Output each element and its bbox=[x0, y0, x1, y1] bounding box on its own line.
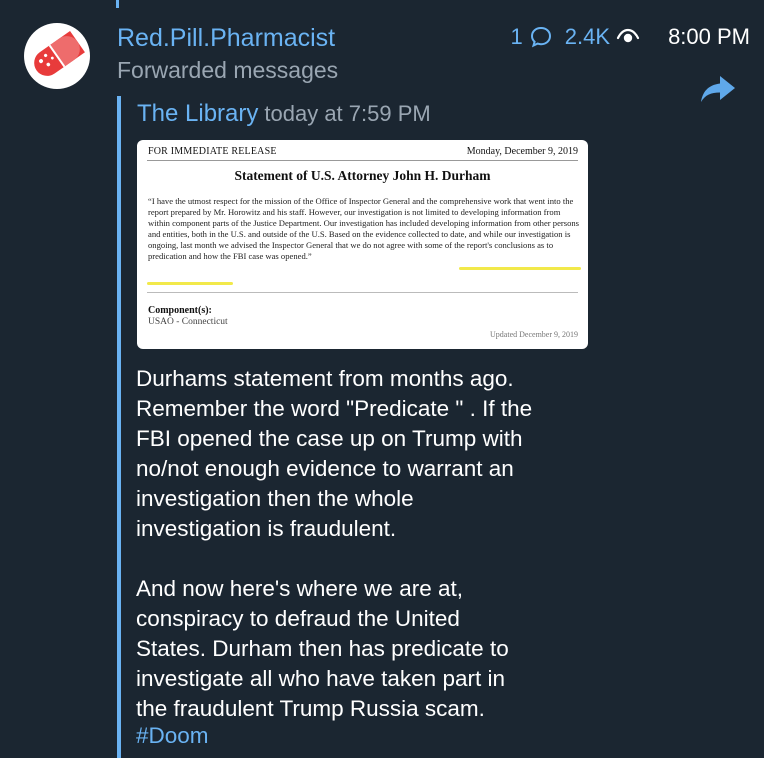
document-image[interactable]: FOR IMMEDIATE RELEASE Monday, December 9… bbox=[137, 140, 588, 349]
highlight-underline bbox=[459, 267, 581, 270]
forward-source-name[interactable]: The Library bbox=[137, 100, 258, 127]
sender-name[interactable]: Red.Pill.Pharmacist bbox=[117, 24, 335, 53]
message-text: Durhams statement from months ago. Remem… bbox=[136, 366, 533, 721]
doc-body: “I have the utmost respect for the missi… bbox=[148, 196, 580, 262]
avatar[interactable] bbox=[24, 23, 90, 89]
view-count: 2.4K bbox=[564, 24, 611, 49]
doc-divider bbox=[147, 160, 578, 161]
reply-bubble-icon[interactable] bbox=[529, 25, 553, 49]
forwarded-label: Forwarded messages bbox=[117, 57, 339, 83]
eye-icon bbox=[616, 28, 640, 43]
share-arrow-icon[interactable] bbox=[700, 74, 736, 104]
forward-source-time: today at 7:59 PM bbox=[264, 101, 431, 126]
message-time: 8:00 PM bbox=[668, 24, 750, 49]
doc-divider bbox=[147, 292, 578, 293]
hashtag-link[interactable]: #Doom bbox=[136, 723, 209, 749]
reply-count[interactable]: 1 bbox=[511, 24, 523, 50]
forward-header: The Library today at 7:59 PM bbox=[137, 100, 431, 128]
previous-message-bar bbox=[116, 0, 119, 8]
doc-component-label: Component(s): bbox=[148, 305, 212, 316]
doc-title: Statement of U.S. Attorney John H. Durha… bbox=[234, 168, 491, 183]
message-meta: 1 2.4K 8:00 PM bbox=[511, 24, 750, 50]
pill-avatar-icon bbox=[34, 31, 85, 76]
highlight-underline bbox=[147, 282, 233, 285]
doc-release-label: FOR IMMEDIATE RELEASE bbox=[148, 146, 277, 157]
doc-component-value: USAO - Connecticut bbox=[148, 317, 228, 327]
doc-date: Monday, December 9, 2019 bbox=[466, 146, 578, 157]
forward-quote-bar bbox=[117, 96, 121, 758]
doc-updated: Updated December 9, 2019 bbox=[490, 330, 578, 339]
